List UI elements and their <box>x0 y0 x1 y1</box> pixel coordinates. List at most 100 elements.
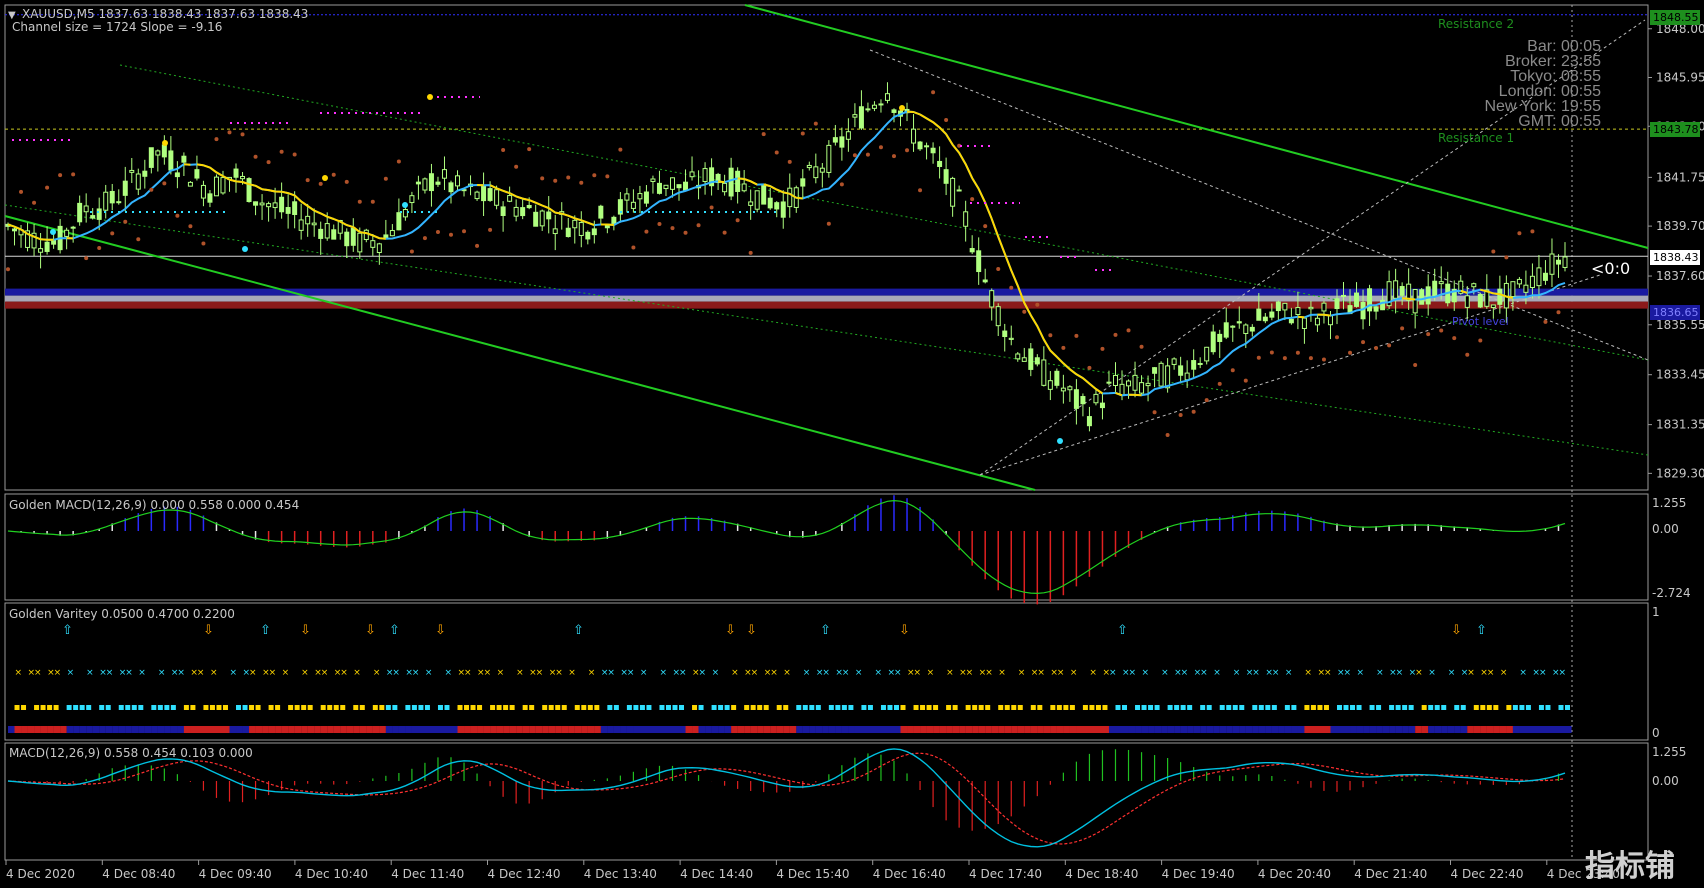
price-panel[interactable] <box>4 4 1649 491</box>
candle-body-62 <box>409 195 415 204</box>
pivot-level-label: Pivot level <box>1452 315 1509 328</box>
candle-body-180 <box>1178 365 1184 376</box>
current-price-arrow-label: <0:0 <box>1591 259 1630 278</box>
sar-dot-62 <box>409 249 414 254</box>
variety-block-1-110 <box>724 705 730 710</box>
variety-block-1-238 <box>1558 705 1564 710</box>
golden-macd-signal-line <box>7 499 1566 595</box>
variety-block-1-179 <box>1174 705 1180 710</box>
candle-body-164 <box>1073 389 1079 409</box>
variety-block-1-232 <box>1519 705 1525 710</box>
variety-arrow-3: ⇩ <box>300 623 311 638</box>
sar-dot-52 <box>344 179 349 184</box>
sar-dot-114 <box>748 250 753 255</box>
candle-body-127 <box>832 137 838 143</box>
variety-band-2-214 <box>1402 726 1409 733</box>
variety-block-1-184 <box>1206 705 1212 710</box>
candle-body-12 <box>83 205 89 213</box>
variety-cross-0-238: × <box>1558 668 1566 678</box>
variety-block-1-80 <box>529 705 535 710</box>
candle-body-49 <box>324 223 330 239</box>
variety-band-2-163 <box>1069 726 1077 733</box>
candle-body-156 <box>1021 357 1027 362</box>
variety-row-2 <box>8 726 1572 733</box>
golden-variety-panel[interactable]: × × × × × × × × × × × × × × × × × × × × × × × × × × × × × × × × × × × × × × × ×… <box>8 623 1572 733</box>
variety-band-2-86 <box>568 726 575 733</box>
variety-band-2-122 <box>802 726 810 733</box>
variety-cross-0-1: × <box>15 668 23 678</box>
variety-band-2-131 <box>861 726 869 733</box>
variety-band-2-44 <box>294 726 302 733</box>
variety-block-1-115 <box>757 705 763 710</box>
variety-block-1-59 <box>392 705 398 710</box>
variety-cross-0-122: × <box>803 668 811 678</box>
variety-block-1-163 <box>1069 705 1075 710</box>
sar-dot-68 <box>448 232 453 237</box>
signal-dot-1 <box>162 140 168 146</box>
variety-band-2-98 <box>646 726 654 733</box>
candle-body-145 <box>950 177 956 207</box>
variety-block-1-95 <box>626 705 632 710</box>
macd-panel[interactable] <box>7 748 1566 848</box>
candle-body-110 <box>722 182 728 193</box>
sar-dot-174 <box>1139 344 1144 349</box>
panel-frame-3 <box>4 742 1649 861</box>
variety-block-1-188 <box>1232 705 1238 710</box>
variety-band-2-101 <box>665 726 673 733</box>
candle-body-235 <box>1536 267 1542 287</box>
candle-body-199 <box>1301 317 1307 329</box>
candle-body-231 <box>1510 281 1516 297</box>
candle-body-80 <box>526 204 532 209</box>
variety-block-1-31 <box>209 705 215 710</box>
variety-band-2-168 <box>1102 726 1110 733</box>
candle-body-48 <box>318 228 324 239</box>
candle-body-233 <box>1523 284 1529 293</box>
variety-block-1-106 <box>698 705 704 710</box>
x-tick-label-0: 4 Dec 2020 <box>6 867 75 881</box>
sar-dot-106 <box>696 223 701 228</box>
variety-band-2-196 <box>1284 726 1292 733</box>
variety-cross-0-51: × <box>340 668 348 678</box>
variety-block-1-227 <box>1486 705 1492 710</box>
candle-body-116 <box>761 183 767 205</box>
variety-band-2-219 <box>1434 726 1442 733</box>
candle-body-190 <box>1243 324 1249 334</box>
variety-block-1-7 <box>53 705 59 710</box>
sar-dot-208 <box>1361 340 1366 345</box>
variety-block-1-27 <box>183 705 189 710</box>
candle-body-175 <box>1145 382 1151 387</box>
variety-cross-0-196: × <box>1285 668 1293 678</box>
y-tick-label-5: 1837.60 <box>1656 269 1704 283</box>
variety-block-1-9 <box>66 705 72 710</box>
variety-cross-0-42: × <box>282 668 290 678</box>
candle-body-67 <box>441 169 447 179</box>
candle-body-5 <box>38 248 44 253</box>
variety-band-2-212 <box>1389 726 1396 733</box>
candle-body-195 <box>1275 301 1281 312</box>
sar-dot-184 <box>1204 398 1209 403</box>
candle-body-100 <box>656 182 662 194</box>
candle-body-129 <box>845 131 851 140</box>
candle-body-50 <box>331 229 337 240</box>
candle-body-64 <box>422 178 428 191</box>
sar-dot-16 <box>110 231 115 236</box>
variety-cross-0-15: × <box>106 668 114 678</box>
candle-body-52 <box>344 231 350 247</box>
sar-dot-152 <box>996 267 1001 272</box>
candle-body-237 <box>1549 253 1555 275</box>
variety-block-1-206 <box>1350 705 1356 710</box>
candle-body-154 <box>1008 337 1014 340</box>
variety-block-1-199 <box>1304 705 1310 710</box>
candle-body-147 <box>963 211 969 227</box>
candle-body-55 <box>363 229 369 241</box>
candle-body-96 <box>630 201 636 209</box>
candle-body-41 <box>272 202 278 209</box>
variety-block-1-136 <box>893 705 899 710</box>
sar-dot-230 <box>1504 255 1509 260</box>
variety-band-2-130 <box>854 726 862 733</box>
variety-band-2-227 <box>1486 726 1494 733</box>
variety-band-2-129 <box>848 726 855 733</box>
variety-band-2-84 <box>555 726 562 733</box>
variety-block-1-24 <box>164 705 170 710</box>
variety-block-1-41 <box>275 705 281 710</box>
